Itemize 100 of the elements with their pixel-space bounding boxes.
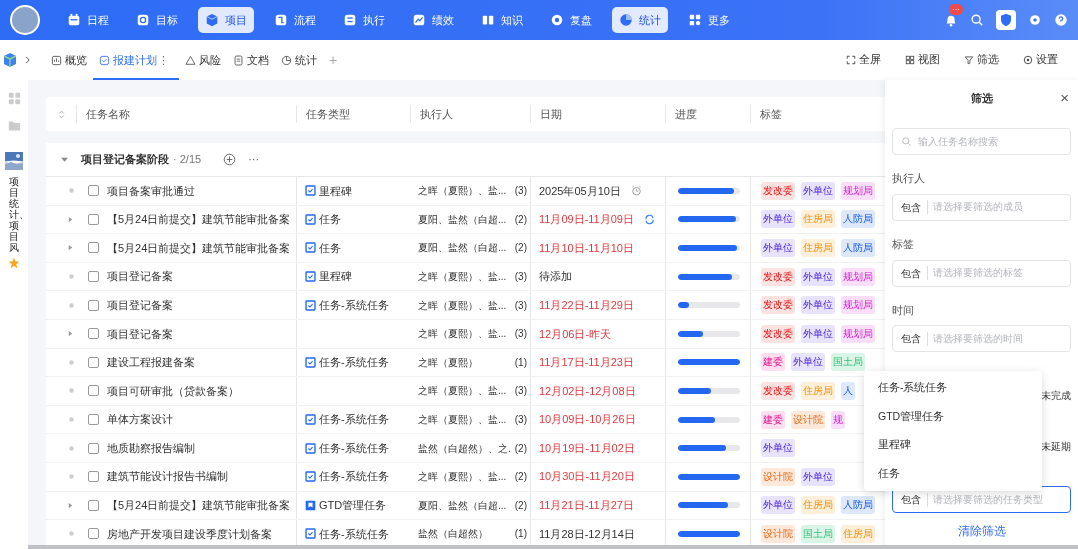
tag: 发改委 (761, 381, 795, 400)
tab[interactable]: 风险 (179, 40, 227, 80)
nav-item[interactable]: 更多 (681, 7, 737, 33)
select-field[interactable]: 包含 请选择要筛选的时间 (892, 325, 1071, 353)
checkbox[interactable] (88, 328, 99, 340)
tag: 住房局 (801, 210, 835, 229)
checkbox[interactable] (88, 299, 99, 311)
search-icon[interactable] (970, 13, 984, 27)
more-icon[interactable]: ⋮ (158, 51, 169, 69)
checkbox[interactable] (88, 356, 99, 368)
bell-icon[interactable] (944, 13, 958, 27)
pie-icon (619, 13, 633, 27)
task-name: 房地产开发项目建设季度计划备案 (107, 526, 272, 542)
column-header: 任务类型 (306, 108, 350, 120)
checkbox[interactable] (88, 242, 99, 254)
assignee-names: 之晖（夏熙）、盐... (418, 298, 507, 313)
tag: 发改委 (761, 296, 795, 315)
toolbar-button[interactable]: 筛选 (958, 51, 1005, 69)
dropdown-item[interactable]: 任务 (864, 459, 1042, 488)
tab[interactable]: 统计 (275, 40, 323, 80)
task-name: 项目备案审批通过 (107, 183, 195, 199)
tag: 外单位 (801, 324, 835, 343)
nav-item[interactable]: 项目 (198, 7, 254, 33)
nav-item[interactable]: 绩效 (405, 7, 461, 33)
expand-icon[interactable] (67, 215, 74, 223)
sort-icon[interactable] (57, 109, 66, 119)
checkbox[interactable] (88, 385, 99, 397)
nav-item[interactable]: 知识 (474, 7, 530, 33)
chart-icon (412, 13, 426, 27)
checkbox-icon (305, 528, 316, 540)
shield-icon[interactable] (996, 10, 1016, 30)
checkbox[interactable] (88, 442, 99, 454)
clear-filter-link[interactable]: 清除筛选 (951, 521, 1012, 542)
tag: 国土局 (831, 353, 865, 372)
more-icon[interactable]: ··· (248, 151, 260, 168)
caret-down-icon[interactable] (60, 155, 69, 164)
tab[interactable]: 文档 (227, 40, 275, 80)
close-button[interactable]: × (1060, 88, 1069, 108)
assignee-count: (3) (514, 298, 527, 313)
folder-icon[interactable] (7, 119, 21, 132)
avatar[interactable] (10, 5, 40, 35)
tab[interactable]: 概览 (45, 40, 93, 80)
help-icon[interactable] (1054, 13, 1068, 27)
add-icon[interactable] (223, 153, 237, 166)
status-value: 未延期 (1041, 441, 1071, 453)
settings-icon[interactable] (1028, 13, 1042, 27)
checkbox[interactable] (88, 528, 99, 540)
grid-icon[interactable] (7, 92, 21, 105)
assignee-names: 之晖（夏熙）、盐... (418, 470, 507, 485)
checkbox[interactable] (88, 499, 99, 511)
checkbox[interactable] (88, 271, 99, 283)
tab[interactable]: 报建计划⋮ (93, 40, 179, 80)
expand-icon[interactable] (67, 244, 74, 252)
column-header: 标签 (760, 108, 782, 120)
task-type: 任务-系统任务 (319, 469, 389, 485)
dropdown-item[interactable]: 任务-系统任务 (864, 374, 1042, 403)
repeat-icon[interactable] (644, 213, 655, 225)
select-field[interactable]: 包含 请选择要筛选的标签 (892, 259, 1071, 287)
expand-icon[interactable] (67, 330, 74, 338)
dropdown-item[interactable]: GTD管理任务 (864, 402, 1042, 431)
task-type: 任务-系统任务 (319, 297, 389, 313)
tag: 建委 (761, 410, 785, 429)
tag: 外单位 (761, 210, 795, 229)
assignee-names: 夏阳、盐然（白超... (418, 498, 507, 513)
tag: 人 (841, 381, 855, 400)
assignee-count: (1) (514, 527, 527, 542)
nav-item[interactable]: 日程 (60, 7, 116, 33)
grid-icon (688, 13, 702, 27)
checkbox-icon (99, 54, 110, 66)
tag: 设计院 (761, 524, 795, 543)
scrollbar[interactable] (28, 545, 1078, 549)
cube-icon (2, 52, 18, 68)
task-name: 项目登记备案 (107, 297, 173, 313)
toolbar-button[interactable]: 全屏 (840, 51, 887, 69)
toolbar-button[interactable]: 设置 (1017, 51, 1064, 69)
checkbox-icon (305, 356, 316, 368)
toolbar-button[interactable]: 视图 (899, 51, 946, 69)
task-name: 建筑节能设计报告书编制 (107, 469, 228, 485)
target-icon (136, 13, 150, 27)
checkbox[interactable] (88, 471, 99, 483)
tag: 发改委 (761, 181, 795, 200)
tag: 规划局 (841, 324, 875, 343)
nav-item[interactable]: 统计 (612, 7, 668, 33)
tag: 国土局 (801, 524, 835, 543)
alarm-icon[interactable] (630, 185, 642, 197)
nav-item[interactable]: 流程 (267, 7, 323, 33)
checkbox[interactable] (88, 213, 99, 225)
chevron-right-icon[interactable] (23, 55, 33, 65)
search-icon (901, 136, 912, 147)
group-count: · 2/15 (173, 152, 202, 168)
nav-item[interactable]: 复盘 (543, 7, 599, 33)
nav-item[interactable]: 目标 (129, 7, 185, 33)
select-field[interactable]: 包含 请选择要筛选的成员 (892, 193, 1071, 221)
assignee-count: (3) (514, 270, 527, 285)
checkbox-icon (305, 185, 316, 197)
dropdown-item[interactable]: 里程碑 (864, 431, 1042, 460)
checkbox[interactable] (88, 185, 99, 197)
checkbox[interactable] (88, 414, 99, 426)
nav-item[interactable]: 执行 (336, 7, 392, 33)
expand-icon[interactable] (67, 501, 74, 509)
